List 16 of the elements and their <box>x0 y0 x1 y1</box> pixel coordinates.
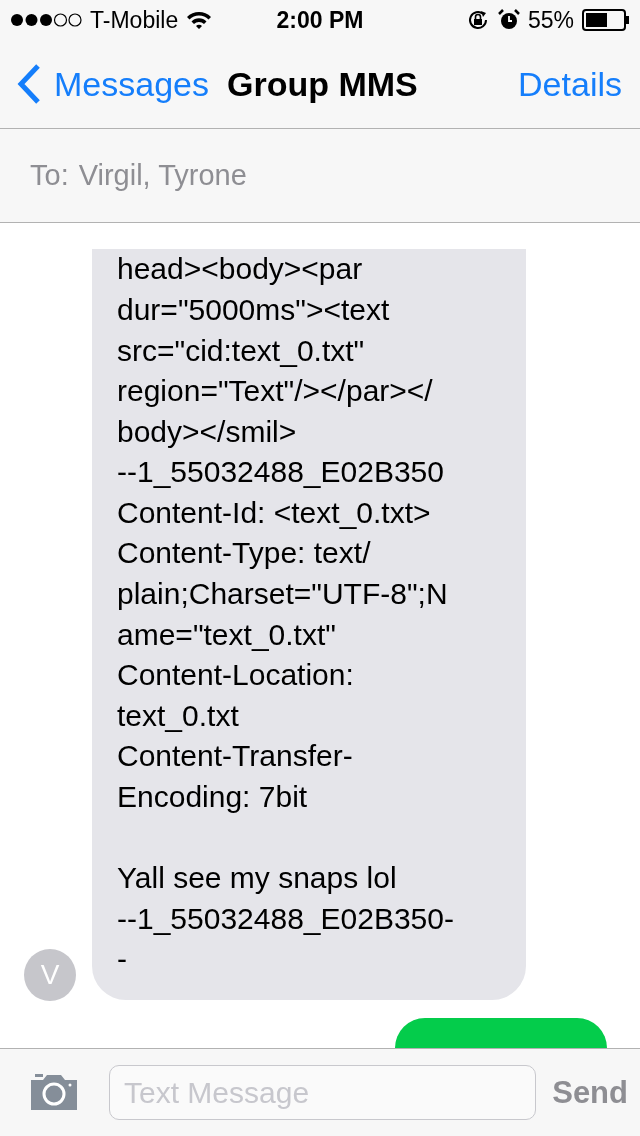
battery-percent: 55% <box>527 6 574 34</box>
recipient-names[interactable]: Virgil, Tyrone <box>78 159 247 192</box>
back-button[interactable]: Messages <box>16 63 209 105</box>
signal-icon <box>10 13 82 27</box>
back-chevron-icon <box>16 63 42 105</box>
details-link[interactable]: Details <box>518 64 622 104</box>
carrier-name: T-Mobile <box>90 6 179 34</box>
camera-icon[interactable] <box>29 1073 79 1112</box>
wifi-icon <box>186 11 213 29</box>
received-message-bubble: head><body><par dur="5000ms"><text src="cid:text_0.txt" region="Text"/></par></ body></smil> --1_55032488_E02B350 Content-Id: <text_0.txt> Content-Type: text/ plain;Charset="UTF-8";N ame="text_0.txt" Content-Location: text_0.txt Content-Transfer- Encoding: 7bit Yall see my snaps lol --1_55032488_E02B350- - <box>92 249 526 1000</box>
alarm-icon <box>497 9 520 31</box>
battery-icon <box>582 9 630 31</box>
sender-avatar: V <box>24 949 76 1001</box>
clock-time: 2:00 PM <box>276 6 364 34</box>
to-label: To: <box>30 159 69 192</box>
conversation-title: Group MMS <box>226 64 419 104</box>
